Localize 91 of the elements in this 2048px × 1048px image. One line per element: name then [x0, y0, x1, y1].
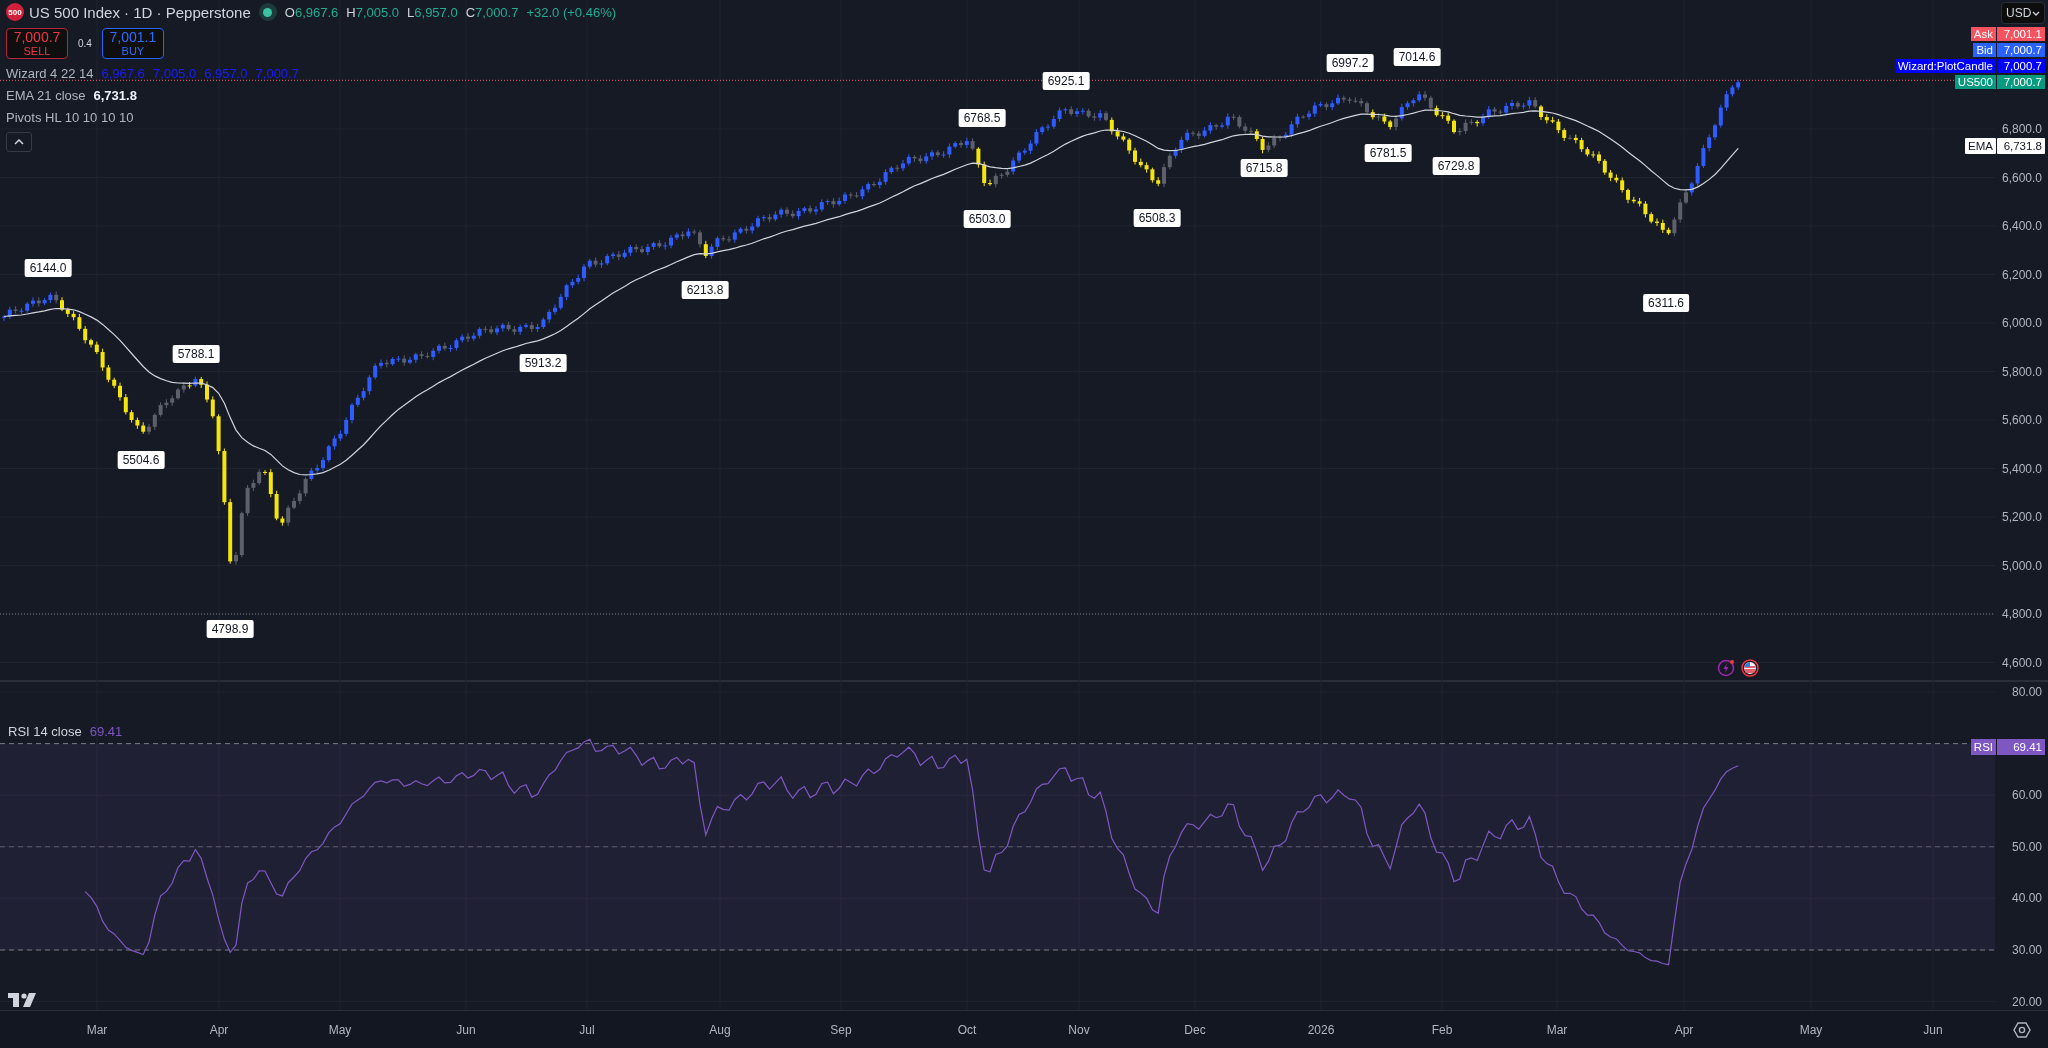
- pivot-label: 6781.5: [1364, 144, 1412, 162]
- caret-icon: [2032, 10, 2040, 16]
- time-axis-label: Jun: [1923, 1023, 1943, 1037]
- indicator-name[interactable]: Wizard 4 22 14: [6, 66, 94, 81]
- price-axis-label: 4,600.0: [2001, 655, 2042, 670]
- lightning-icon[interactable]: [1717, 659, 1735, 677]
- indicator-value: 69.41: [89, 724, 123, 739]
- price-axis-label: 6,600.0: [2001, 170, 2042, 185]
- indicator-name[interactable]: Pivots HL 10 10 10 10: [6, 110, 134, 125]
- pivot-label: 6144.0: [24, 259, 72, 277]
- logo-icon[interactable]: [8, 993, 38, 1007]
- price-tag-value: 7,000.7: [1997, 59, 2045, 73]
- price-axis-label: 5,400.0: [2001, 461, 2042, 476]
- pivot-label: 6213.8: [681, 281, 729, 299]
- ema-tag-label: EMA: [1965, 137, 1996, 154]
- time-axis-label: Aug: [709, 1023, 731, 1037]
- price-axis-label: 6,800.0: [2001, 122, 2042, 136]
- price-tag-label: Bid: [1973, 43, 1996, 57]
- symbol-title[interactable]: US 500 Index · 1D · Pepperstone: [29, 3, 251, 21]
- indicator-value: 7,000.7: [255, 66, 299, 81]
- pivot-label: 6508.3: [1133, 209, 1181, 227]
- price-axis-label: 6,000.0: [2001, 316, 2042, 330]
- settings-icon[interactable]: [2012, 1020, 2031, 1039]
- pivot-label: 6768.5: [958, 109, 1006, 127]
- rsi-axis-label: 50.00: [2011, 839, 2042, 854]
- time-axis-label: Apr: [209, 1023, 229, 1037]
- time-axis-label: Dec: [1184, 1023, 1206, 1037]
- time-axis-label: Mar: [1546, 1023, 1568, 1037]
- pivot-label: 7014.6: [1393, 48, 1441, 66]
- price-axis-label: 5,800.0: [2001, 364, 2042, 379]
- price-tag-label: US500: [1954, 75, 1996, 89]
- price-tag-label: Wizard:PlotCandle: [1894, 59, 1996, 73]
- time-axis-label: Oct: [957, 1023, 977, 1037]
- collapse-button[interactable]: [6, 132, 32, 152]
- sell-button[interactable]: 7,000.7 SELL: [6, 28, 68, 59]
- pivot-label: 6925.1: [1042, 72, 1090, 90]
- pivot-label: 6311.6: [1643, 294, 1689, 312]
- caret-icon: [14, 139, 24, 145]
- time-axis-label: May: [328, 1023, 352, 1037]
- indicator-value: 6,731.8: [93, 88, 137, 103]
- time-axis-label: May: [1799, 1023, 1823, 1037]
- pivot-label: 6997.2: [1326, 54, 1374, 72]
- ohlc-value: L6,957.0: [407, 4, 458, 20]
- indicator-value: 6,967.6: [101, 66, 145, 81]
- pivot-label: 5913.2: [519, 354, 567, 372]
- flag-icon[interactable]: [1741, 659, 1759, 677]
- time-axis-label: Feb: [1431, 1023, 1453, 1037]
- buy-button[interactable]: 7,001.1 BUY: [101, 28, 164, 59]
- price-axis-label: 6,400.0: [2001, 219, 2042, 233]
- currency-dropdown[interactable]: USD: [2001, 2, 2045, 24]
- time-axis-label: Nov: [1068, 1023, 1090, 1037]
- price-tag-value: 7,000.7: [1997, 43, 2045, 57]
- pivot-label: 5504.6: [117, 451, 165, 469]
- price-axis-label: 5,000.0: [2001, 558, 2042, 573]
- rsi-axis-label: 80.00: [2011, 685, 2042, 699]
- time-axis-label: Jul: [579, 1023, 595, 1037]
- price-tag-label: Ask: [1970, 27, 1996, 41]
- market-open-icon: [258, 3, 277, 21]
- pivot-label: 6503.0: [963, 210, 1011, 228]
- ema-tag-value: 6,731.8: [1997, 137, 2045, 154]
- pivot-label: 5788.1: [172, 345, 220, 363]
- indicator-name[interactable]: RSI 14 close: [8, 724, 82, 739]
- time-axis-label: Sep: [830, 1023, 852, 1037]
- price-tag-value: 7,001.1: [1997, 27, 2045, 41]
- price-axis-label: 6,200.0: [2001, 267, 2042, 282]
- ohlc-value: O6,967.6: [284, 4, 339, 20]
- price-axis-label: 4,800.0: [2001, 607, 2042, 621]
- pivot-label: 6715.8: [1240, 159, 1288, 177]
- price-tag-value: 7,000.7: [1997, 75, 2045, 89]
- time-axis-label: Apr: [1674, 1023, 1694, 1037]
- indicator-value: 6,957.0: [204, 66, 248, 81]
- ohlc-value: C7,000.7: [465, 4, 519, 20]
- time-axis-label: Jun: [456, 1023, 476, 1037]
- price-axis-label: 5,200.0: [2001, 510, 2042, 524]
- price-change: +32.0 (+0.46%): [526, 4, 617, 20]
- indicator-name[interactable]: EMA 21 close: [6, 88, 86, 103]
- symbol-logo: 500: [6, 3, 24, 21]
- time-axis-label: 2026: [1307, 1023, 1335, 1037]
- pivot-label: 4798.9: [206, 620, 254, 638]
- indicator-value: 7,005.0: [152, 66, 197, 81]
- spread-value: 0.4: [78, 38, 92, 49]
- pivot-label: 6729.8: [1432, 157, 1480, 175]
- rsi-axis-label: 60.00: [2011, 788, 2042, 803]
- price-axis-label: 5,600.0: [2001, 413, 2042, 427]
- rsi-axis-label: 30.00: [2011, 943, 2042, 957]
- rsi-axis-label: 40.00: [2011, 891, 2042, 906]
- rsi-tag-value: 69.41: [1997, 738, 2045, 755]
- ohlc-value: H7,005.0: [346, 4, 400, 20]
- time-axis-label: Mar: [86, 1023, 108, 1037]
- rsi-axis-label: 20.00: [2011, 994, 2042, 1009]
- rsi-tag-label: RSI: [1970, 738, 1996, 755]
